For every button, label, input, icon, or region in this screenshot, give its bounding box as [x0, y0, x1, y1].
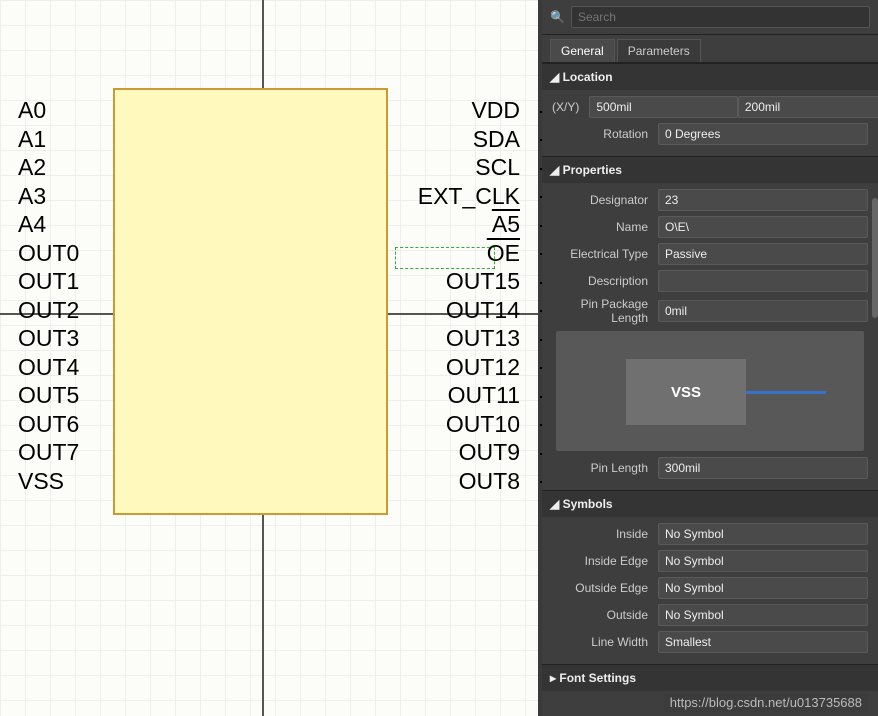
search-icon: 🔍 [550, 10, 565, 24]
pin-preview: VSS [556, 331, 864, 451]
pin-label: OUT12 [446, 354, 520, 381]
outside-edge-label: Outside Edge [552, 581, 658, 595]
linewidth-input[interactable] [658, 631, 868, 653]
linewidth-label: Line Width [552, 635, 658, 649]
pin-10[interactable]: 10OUT4 [0, 355, 105, 380]
pin-label: OUT1 [18, 268, 79, 295]
xy-label: (X/Y) [552, 100, 589, 114]
pin-label: SCL [475, 154, 520, 181]
designator-input[interactable] [658, 189, 868, 211]
section-properties[interactable]: ◢ Properties [542, 156, 878, 183]
outside-input[interactable] [658, 604, 868, 626]
pin-label: EXT_CLK [418, 183, 520, 210]
pin-label: OUT3 [18, 325, 79, 352]
pin-label: OUT7 [18, 439, 79, 466]
etype-input[interactable] [658, 243, 868, 265]
properties-panel: 🔍 General Parameters ◢ Location (X/Y) Ro… [542, 0, 878, 716]
designator-label: Designator [552, 193, 658, 207]
pin-label: OUT2 [18, 297, 79, 324]
pinlen-label: Pin Length [552, 461, 658, 475]
search-input[interactable] [571, 6, 870, 28]
pin-label: OUT4 [18, 354, 79, 381]
pin-4[interactable]: 4A3 [0, 184, 105, 209]
tab-general[interactable]: General [550, 39, 615, 62]
pin-label: OUT15 [446, 268, 520, 295]
pin-label: OUT5 [18, 382, 79, 409]
inside-edge-input[interactable] [658, 550, 868, 572]
pin-11[interactable]: 11OUT5 [0, 383, 105, 408]
pin-label: OUT14 [446, 297, 520, 324]
pin-label: OUT13 [446, 325, 520, 352]
section-font-settings[interactable]: ▸ Font Settings [542, 664, 878, 691]
pin-label: A2 [18, 154, 46, 181]
pin-9[interactable]: 9OUT3 [0, 326, 105, 351]
pin-label: VSS [18, 468, 64, 495]
pin-5[interactable]: 5A4 [0, 212, 105, 237]
pin-6[interactable]: 6OUT0 [0, 241, 105, 266]
inside-input[interactable] [658, 523, 868, 545]
pin-label: OUT9 [459, 439, 520, 466]
x-input[interactable] [589, 96, 738, 118]
tab-parameters[interactable]: Parameters [617, 39, 701, 62]
name-label: Name [552, 220, 658, 234]
pin-label: OUT6 [18, 411, 79, 438]
pin-label: A1 [18, 126, 46, 153]
selection-box [395, 247, 495, 269]
pin-label: SDA [473, 126, 520, 153]
pin-13[interactable]: 13OUT7 [0, 440, 105, 465]
preview-body: VSS [626, 359, 746, 425]
watermark: https://blog.csdn.net/u013735688 [664, 693, 868, 712]
pin-label: A5 [492, 211, 520, 238]
preview-lead [746, 391, 826, 394]
pin-2[interactable]: 2A1 [0, 127, 105, 152]
pin-label: OUT8 [459, 468, 520, 495]
y-input[interactable] [738, 96, 878, 118]
schematic-canvas[interactable]: 1A0 2A1 3A2 4A3 5A4 6OUT0 7OUT1 8OUT2 9OUT3 10OUT… [0, 0, 542, 716]
scrollbar-thumb[interactable] [872, 198, 878, 318]
section-symbols[interactable]: ◢ Symbols [542, 490, 878, 517]
pin-7[interactable]: 7OUT1 [0, 269, 105, 294]
component-body[interactable] [113, 88, 388, 515]
pin-12[interactable]: 12OUT6 [0, 412, 105, 437]
rotation-input[interactable] [658, 123, 868, 145]
section-location[interactable]: ◢ Location [542, 63, 878, 90]
pin-1[interactable]: 1A0 [0, 98, 105, 123]
outside-label: Outside [552, 608, 658, 622]
pin-label: VDD [471, 97, 520, 124]
pkg-input[interactable] [658, 300, 868, 322]
pkg-label: Pin Package Length [552, 297, 658, 325]
name-input[interactable] [658, 216, 868, 238]
pin-14[interactable]: 14VSS [0, 469, 105, 494]
outside-edge-input[interactable] [658, 577, 868, 599]
pin-label: A3 [18, 183, 46, 210]
pin-8[interactable]: 8OUT2 [0, 298, 105, 323]
desc-input[interactable] [658, 270, 868, 292]
desc-label: Description [552, 274, 658, 288]
pin-label: OUT10 [446, 411, 520, 438]
pin-3[interactable]: 3A2 [0, 155, 105, 180]
etype-label: Electrical Type [552, 247, 658, 261]
inside-edge-label: Inside Edge [552, 554, 658, 568]
rotation-label: Rotation [552, 127, 658, 141]
pinlen-input[interactable] [658, 457, 868, 479]
pin-label: A4 [18, 211, 46, 238]
pin-label: OUT0 [18, 240, 79, 267]
inside-label: Inside [552, 527, 658, 541]
pin-label: OUT11 [448, 382, 520, 409]
pin-label: A0 [18, 97, 46, 124]
